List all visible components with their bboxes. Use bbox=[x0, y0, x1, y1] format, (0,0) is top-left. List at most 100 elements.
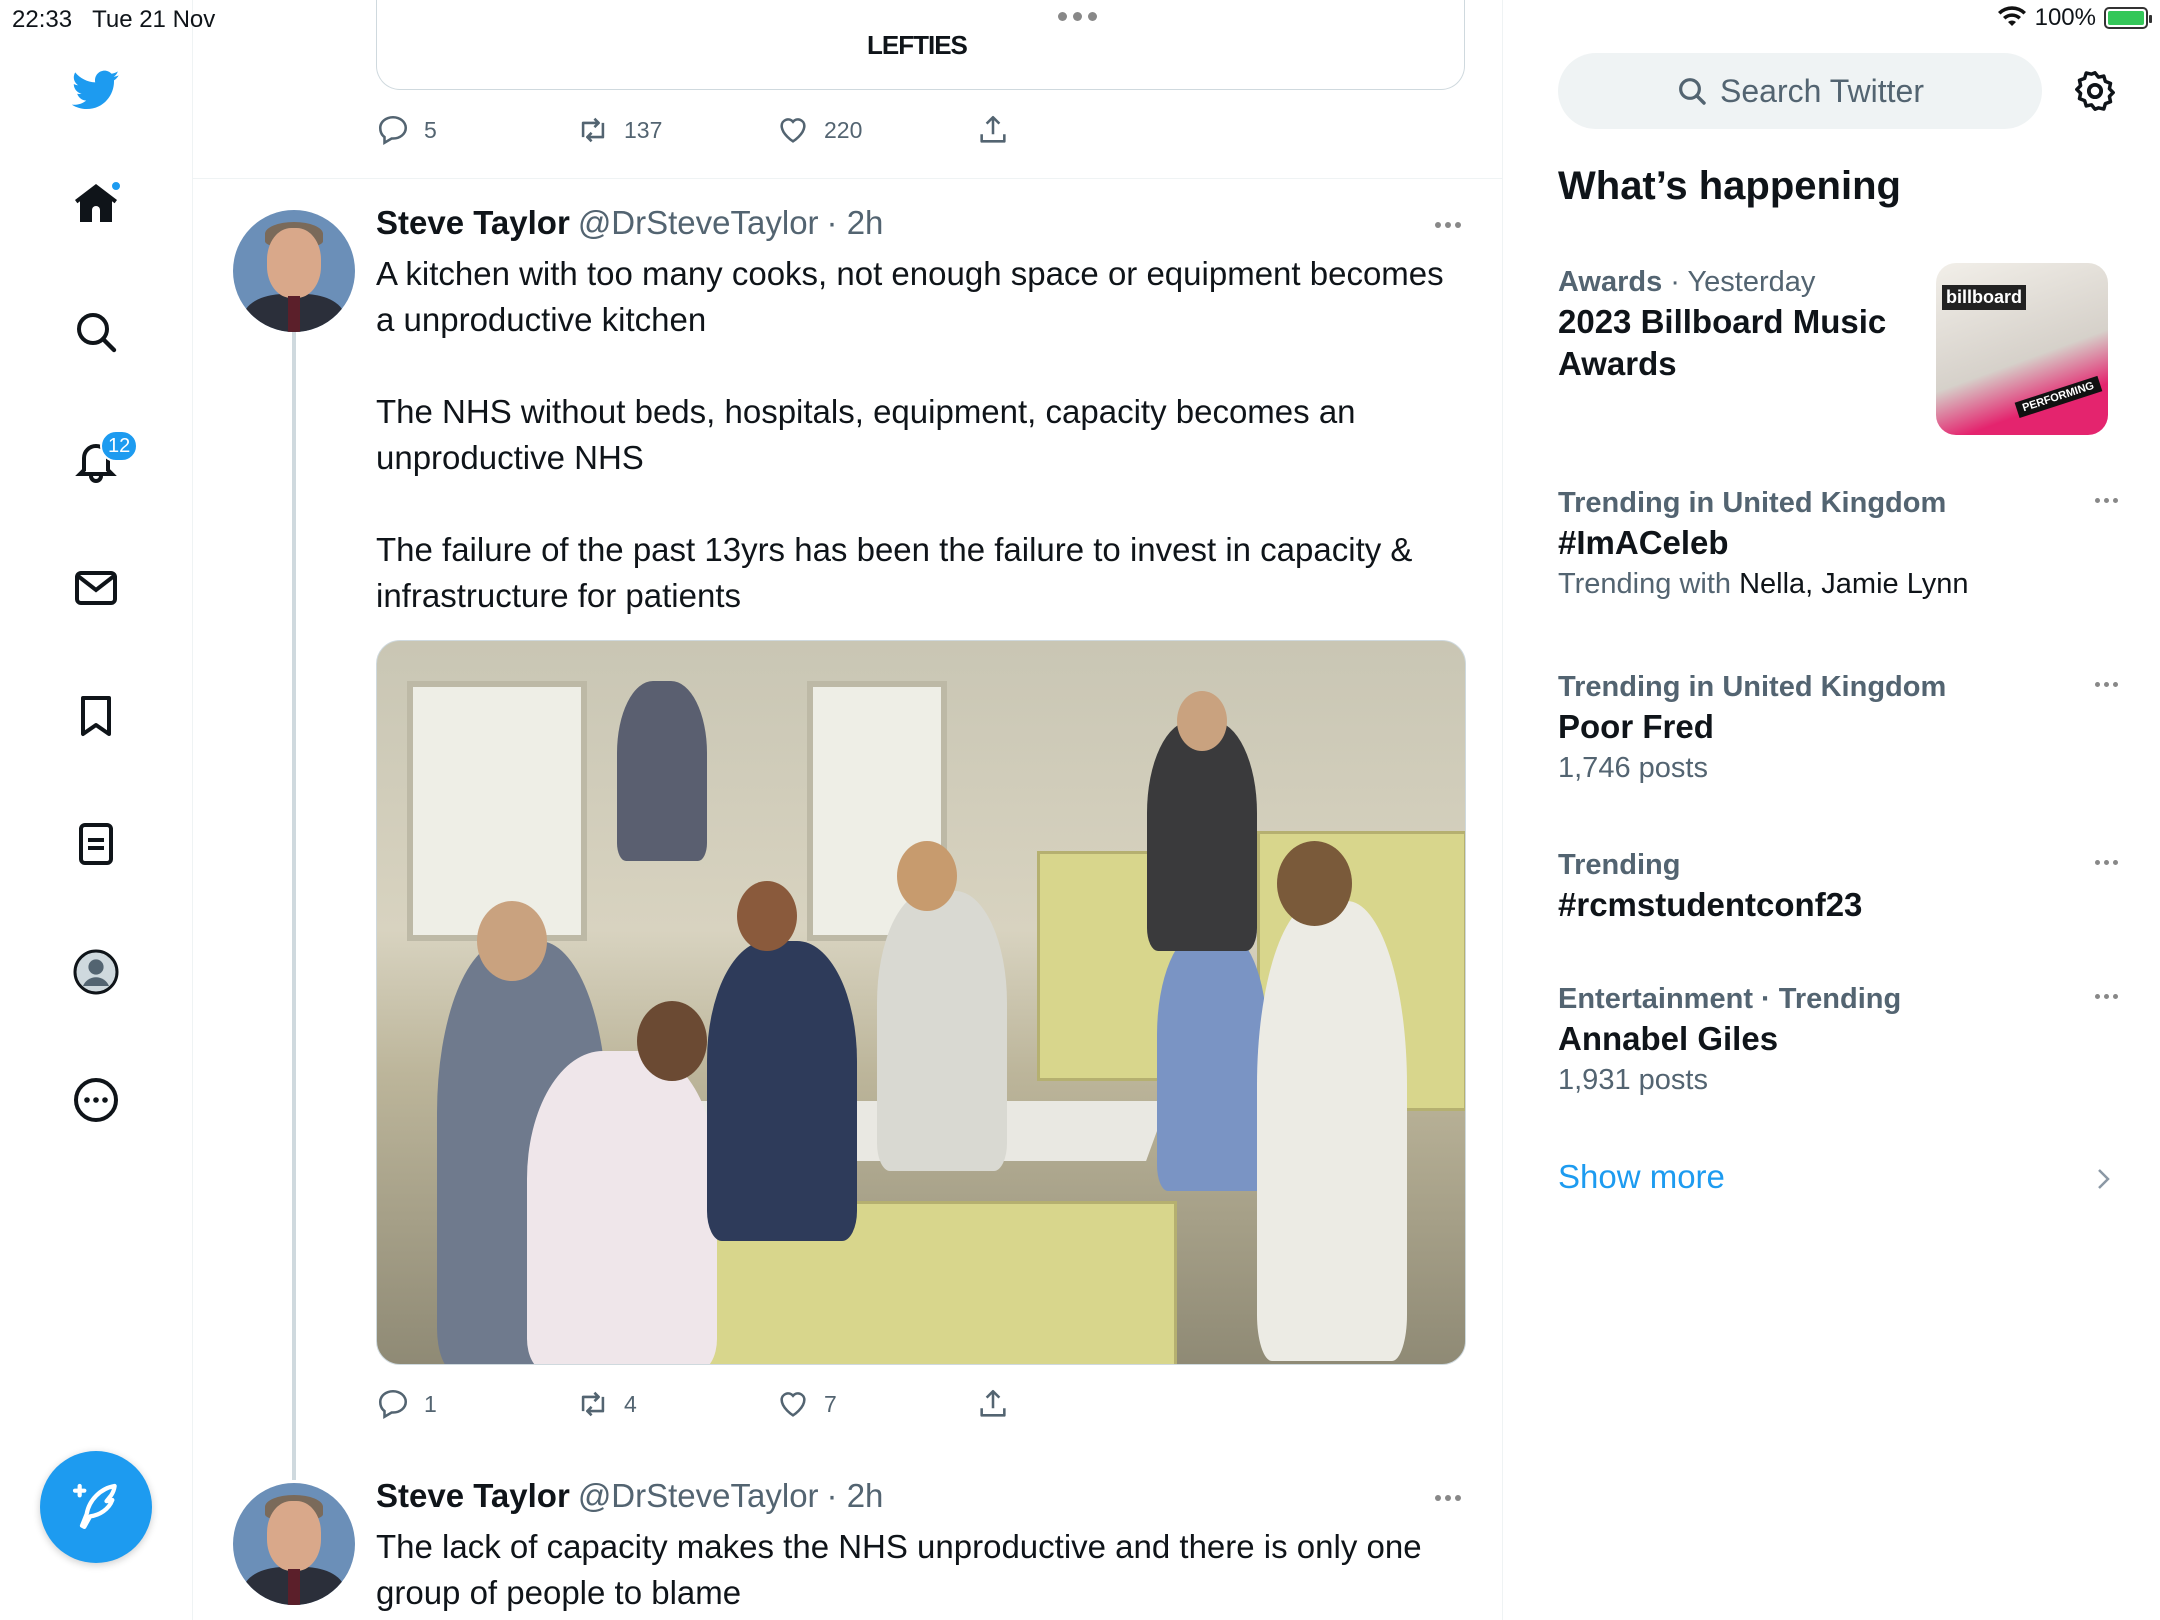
trend-item[interactable]: Trending in United Kingdom #ImACeleb Tre… bbox=[1558, 484, 2118, 604]
more-icon[interactable] bbox=[70, 1074, 122, 1126]
retweet-icon bbox=[581, 1391, 605, 1417]
image-head bbox=[897, 841, 957, 911]
avatar[interactable] bbox=[233, 1483, 355, 1605]
trend-subtitle: Trending with Nella, Jamie Lynn bbox=[1558, 568, 1969, 600]
image-head bbox=[477, 901, 547, 981]
trend-meta: Trending in United Kingdom bbox=[1558, 671, 1947, 703]
trend-title: 2023 Billboard Music Awards bbox=[1558, 303, 1887, 382]
bookmark-icon[interactable] bbox=[70, 690, 122, 742]
left-navigation: 12 bbox=[0, 0, 193, 1620]
author-name[interactable]: Steve Taylor bbox=[376, 204, 570, 242]
timeline[interactable]: LEFTIES 5 137 220 Steve Taylor @DrSteveT… bbox=[193, 0, 1503, 1620]
search-placeholder: Search Twitter bbox=[1720, 72, 1924, 109]
trend-title: Annabel Giles bbox=[1558, 1020, 1779, 1057]
image-head bbox=[737, 881, 797, 951]
image-person bbox=[1257, 901, 1407, 1361]
avatar[interactable] bbox=[233, 210, 355, 332]
image-person bbox=[877, 891, 1007, 1171]
tweet-header: Steve Taylor @DrSteveTaylor · 2h bbox=[376, 1477, 883, 1515]
heart-icon bbox=[780, 118, 806, 143]
trend-item[interactable]: Entertainment · Trending Annabel Giles 1… bbox=[1558, 980, 2118, 1100]
trend-title: #ImACeleb bbox=[1558, 524, 1729, 561]
share-button[interactable] bbox=[976, 113, 1176, 147]
like-count: 7 bbox=[824, 1390, 837, 1417]
trend-item[interactable]: Trending in United Kingdom Poor Fred 1,7… bbox=[1558, 668, 2118, 788]
search-icon bbox=[1679, 78, 1706, 105]
tweet-image[interactable] bbox=[376, 640, 1466, 1365]
multitask-dots[interactable] bbox=[1058, 12, 1097, 21]
home-unread-dot bbox=[110, 180, 122, 192]
image-person bbox=[707, 941, 857, 1241]
author-handle[interactable]: @DrSteveTaylor bbox=[578, 204, 819, 242]
share-icon bbox=[980, 1389, 1006, 1417]
search-icon[interactable] bbox=[70, 306, 122, 358]
thread-line bbox=[292, 332, 296, 1480]
tweet-paragraph: The NHS without beds, hospitals, equipme… bbox=[376, 393, 1356, 476]
tweet-text: The lack of capacity makes the NHS unpro… bbox=[376, 1528, 1422, 1611]
sidebar: Search Twitter What’s happening Awards ·… bbox=[1504, 0, 2160, 1620]
tweet-actions: 1 4 7 bbox=[376, 1384, 1176, 1424]
tweet-text: A kitchen with too many cooks, not enoug… bbox=[376, 251, 1466, 619]
notifications-badge: 12 bbox=[100, 430, 139, 462]
author-handle[interactable]: @DrSteveTaylor bbox=[578, 1477, 819, 1515]
trend-more-icon[interactable] bbox=[2095, 498, 2118, 503]
chevron-right-icon bbox=[2098, 1169, 2110, 1189]
thumb-badge: PERFORMING bbox=[2015, 376, 2103, 418]
tweet-paragraph: The failure of the past 13yrs has been t… bbox=[376, 531, 1413, 614]
like-count: 220 bbox=[824, 116, 863, 143]
compose-button[interactable] bbox=[40, 1451, 152, 1563]
trend-item[interactable]: Trending #rcmstudentconf23 bbox=[1558, 846, 2118, 926]
tweet-more-icon[interactable] bbox=[1435, 1495, 1461, 1501]
reply-icon bbox=[378, 1389, 408, 1420]
status-time-date: 22:33 Tue 21 Nov bbox=[12, 6, 216, 33]
trend-subtitle: 1,931 posts bbox=[1558, 1064, 1708, 1096]
tweet-time[interactable]: · 2h bbox=[827, 1477, 884, 1515]
trend-title: Poor Fred bbox=[1558, 708, 1714, 745]
trend-thumbnail[interactable]: billboard PERFORMING bbox=[1936, 263, 2108, 435]
tweet-more-icon[interactable] bbox=[1435, 222, 1461, 228]
profile-icon[interactable] bbox=[70, 946, 122, 998]
image-person bbox=[617, 681, 707, 861]
mail-icon[interactable] bbox=[70, 562, 122, 614]
image-window bbox=[407, 681, 587, 941]
search-input[interactable]: Search Twitter bbox=[1558, 53, 2042, 129]
reply-count: 5 bbox=[424, 116, 437, 143]
heart-icon bbox=[780, 1392, 806, 1417]
trend-more-icon[interactable] bbox=[2095, 860, 2118, 865]
lists-icon[interactable] bbox=[70, 818, 122, 870]
status-bar: 22:33 Tue 21 Nov 100% bbox=[0, 0, 2160, 40]
section-title: What’s happening bbox=[1558, 164, 1901, 208]
status-right: 100% bbox=[1997, 4, 2152, 32]
image-person bbox=[1157, 931, 1267, 1191]
share-button[interactable] bbox=[976, 1387, 1176, 1421]
home-icon[interactable] bbox=[70, 178, 122, 230]
image-head bbox=[1277, 841, 1352, 926]
twitter-logo-icon[interactable] bbox=[70, 64, 122, 116]
like-button[interactable]: 7 bbox=[776, 1387, 976, 1421]
trend-title: #rcmstudentconf23 bbox=[1558, 886, 1863, 923]
trend-more-icon[interactable] bbox=[2095, 994, 2118, 999]
reply-icon bbox=[378, 115, 408, 146]
trend-more-icon[interactable] bbox=[2095, 682, 2118, 687]
retweet-count: 4 bbox=[624, 1390, 637, 1417]
like-button[interactable]: 220 bbox=[776, 113, 976, 147]
reply-button[interactable]: 1 bbox=[376, 1387, 576, 1421]
battery-percent: 100% bbox=[2034, 4, 2096, 31]
battery-icon bbox=[2104, 7, 2152, 29]
reply-count: 1 bbox=[424, 1390, 437, 1417]
reply-button[interactable]: 5 bbox=[376, 113, 576, 147]
thumb-label: billboard bbox=[1942, 285, 2026, 310]
retweet-button[interactable]: 137 bbox=[576, 113, 776, 147]
trend-subtitle: 1,746 posts bbox=[1558, 752, 1708, 784]
image-person bbox=[527, 1051, 717, 1364]
retweet-count: 137 bbox=[624, 116, 663, 143]
show-more-link[interactable]: Show more bbox=[1558, 1158, 1725, 1196]
bell-icon[interactable]: 12 bbox=[70, 430, 139, 486]
tweet-paragraph: A kitchen with too many cooks, not enoug… bbox=[376, 255, 1444, 338]
retweet-button[interactable]: 4 bbox=[576, 1387, 776, 1421]
gear-icon[interactable] bbox=[2072, 68, 2118, 114]
compose-icon bbox=[72, 1483, 117, 1529]
author-name[interactable]: Steve Taylor bbox=[376, 1477, 570, 1515]
previous-tweet-actions: 5 137 220 bbox=[376, 110, 1176, 150]
tweet-time[interactable]: · 2h bbox=[827, 204, 884, 242]
